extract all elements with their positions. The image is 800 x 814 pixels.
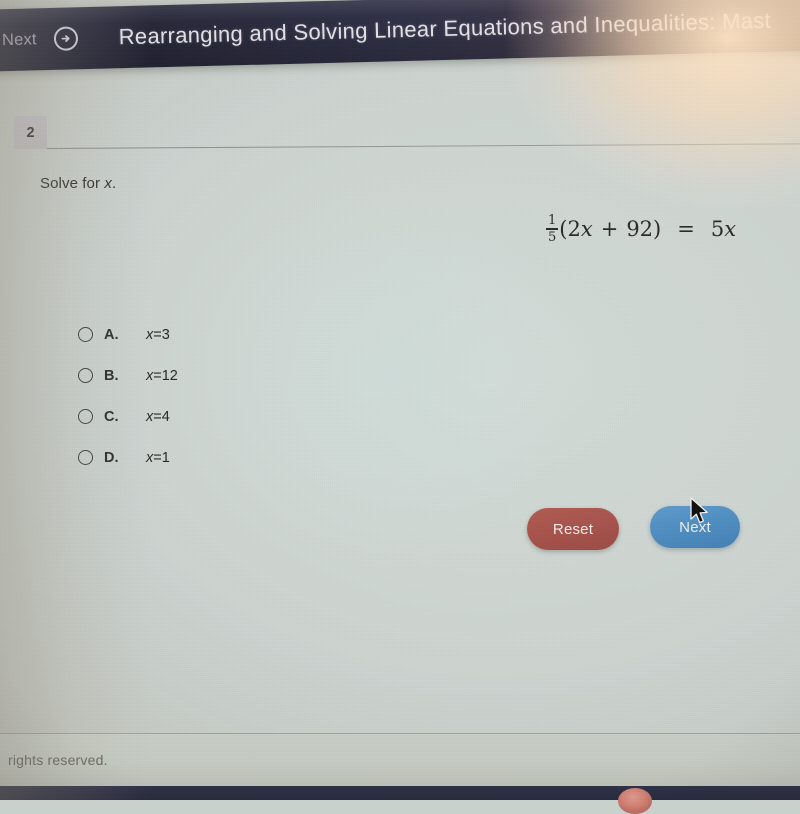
radio-button-d[interactable] (78, 450, 93, 465)
prompt-suffix: . (111, 175, 117, 192)
footer-copyright-text: rights reserved. (8, 752, 108, 768)
radio-button-c[interactable] (78, 409, 93, 424)
footer-strip (0, 733, 800, 787)
circle-arrow-right-icon[interactable] (53, 26, 79, 51)
plus-operator: + (600, 216, 619, 241)
radio-button-a[interactable] (78, 327, 93, 342)
option-text-b: x=12 (146, 367, 178, 384)
close-paren: ) (653, 216, 662, 241)
radio-button-b[interactable] (78, 368, 93, 383)
left-coefficient: 2 (567, 216, 581, 241)
left-variable: x (580, 216, 593, 241)
answer-option-c[interactable]: C. x=4 (78, 396, 178, 437)
fraction-denominator: 5 (548, 229, 557, 245)
right-coefficient: 5 (710, 216, 725, 241)
right-variable: x (724, 216, 737, 241)
top-nav-bar: Next Rearranging and Solving Linear Equa… (0, 0, 800, 72)
option-letter-b: B. (104, 367, 119, 384)
screen-surface: Next Rearranging and Solving Linear Equa… (0, 0, 800, 814)
answer-option-d[interactable]: D. x=1 (78, 437, 178, 478)
prompt-variable: x (104, 175, 112, 192)
option-letter-d: D. (104, 449, 119, 466)
answer-options-list: A. x=3 B. x=12 C. x=4 D. x=1 (78, 314, 178, 478)
equation-expression: 1 5 (2 x +92) = 5 x (546, 214, 736, 244)
option-text-c: x=4 (146, 408, 170, 425)
option-text-a: x=3 (146, 326, 170, 343)
equals-operator: = (677, 216, 695, 241)
prompt-prefix: Solve for (40, 175, 105, 192)
fraction-one-fifth: 1 5 (546, 213, 559, 245)
nav-next-label[interactable]: Next (2, 30, 37, 50)
answer-option-a[interactable]: A. x=3 (78, 314, 178, 355)
fraction-numerator: 1 (548, 213, 557, 228)
question-number-label: 2 (26, 124, 35, 141)
page-title: Rearranging and Solving Linear Equations… (118, 7, 772, 50)
question-number-tab[interactable]: 2 (14, 116, 47, 149)
option-letter-c: C. (104, 408, 119, 425)
constant-term: 92 (626, 216, 654, 241)
mouse-pointer-icon (689, 497, 711, 527)
option-text-d: x=1 (146, 449, 170, 466)
reset-button[interactable]: Reset (527, 508, 619, 550)
bottom-bar (0, 786, 800, 800)
divider-line (47, 143, 800, 149)
bottom-badge-icon (618, 788, 652, 814)
answer-option-b[interactable]: B. x=12 (78, 355, 178, 396)
option-letter-a: A. (104, 326, 119, 343)
open-paren: ( (559, 216, 568, 241)
question-prompt: Solve for x. (40, 175, 116, 192)
